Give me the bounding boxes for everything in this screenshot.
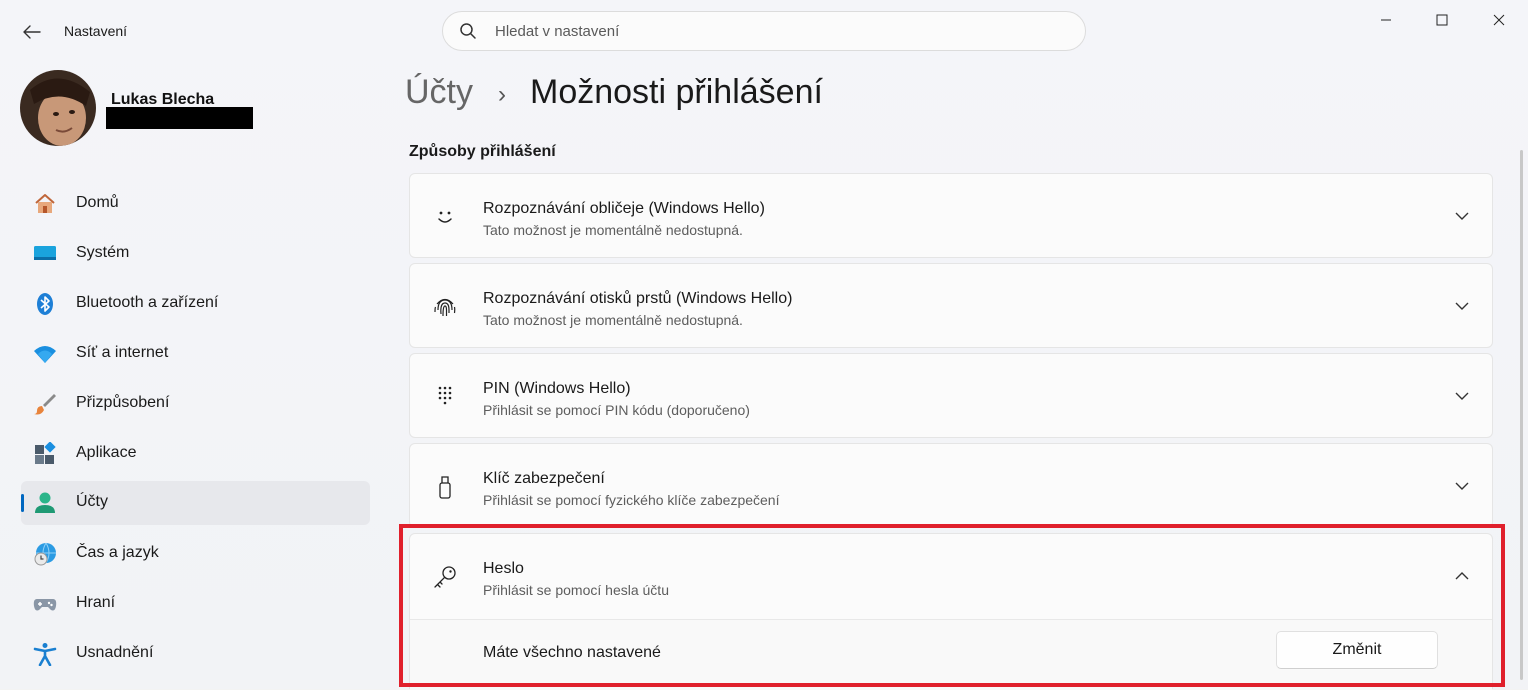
active-indicator bbox=[21, 494, 24, 512]
bluetooth-icon bbox=[37, 293, 53, 315]
sidebar-item-gaming[interactable]: Hraní bbox=[21, 582, 370, 626]
option-password: Heslo Přihlásit se pomocí hesla účtu Mát… bbox=[409, 533, 1493, 690]
system-icon bbox=[34, 246, 56, 260]
close-button[interactable] bbox=[1470, 0, 1527, 40]
wifi-icon bbox=[34, 346, 56, 363]
option-title: PIN (Windows Hello) bbox=[483, 380, 631, 397]
search-input[interactable] bbox=[493, 21, 1017, 41]
page-title: Možnosti přihlášení bbox=[530, 73, 823, 111]
sidebar-item-label: Přizpůsobení bbox=[76, 394, 170, 411]
sidebar-item-label: Síť a internet bbox=[76, 344, 169, 361]
gamepad-icon bbox=[33, 599, 57, 611]
sidebar-item-label: Bluetooth a zařízení bbox=[76, 294, 219, 311]
option-title: Klíč zabezpečení bbox=[483, 470, 605, 487]
option-subtitle: Přihlásit se pomocí hesla účtu bbox=[483, 582, 669, 598]
sidebar-item-label: Hraní bbox=[76, 594, 116, 611]
key-icon bbox=[434, 566, 456, 588]
option-title: Rozpoznávání obličeje (Windows Hello) bbox=[483, 200, 765, 217]
sidebar-item-label: Usnadnění bbox=[76, 644, 154, 661]
password-settings-row: Máte všechno nastavené Změnit bbox=[410, 620, 1492, 690]
app-title: Nastavení bbox=[64, 23, 128, 39]
chevron-down-icon bbox=[1455, 482, 1469, 490]
option-pin[interactable]: PIN (Windows Hello) Přihlásit se pomocí … bbox=[409, 353, 1493, 438]
option-fingerprint[interactable]: Rozpoznávání otisků prstů (Windows Hello… bbox=[409, 263, 1493, 348]
option-subtitle: Přihlásit se pomocí PIN kódu (doporučeno… bbox=[483, 402, 750, 418]
option-title: Heslo bbox=[483, 560, 524, 577]
breadcrumb-parent[interactable]: Účty bbox=[405, 73, 473, 112]
sidebar-item-accessibility[interactable]: Usnadnění bbox=[21, 632, 370, 676]
password-status: Máte všechno nastavené bbox=[483, 644, 661, 661]
sidebar-item-accounts[interactable]: Účty bbox=[21, 481, 370, 525]
redacted-email bbox=[106, 107, 253, 129]
maximize-icon bbox=[1436, 14, 1447, 26]
close-icon bbox=[1493, 14, 1504, 26]
change-password-button[interactable]: Změnit bbox=[1276, 631, 1438, 669]
sidebar-item-label: Účty bbox=[76, 493, 108, 510]
chevron-up-icon bbox=[1455, 572, 1469, 580]
option-subtitle: Tato možnost je momentálně nedostupná. bbox=[483, 222, 743, 238]
user-photo bbox=[20, 70, 96, 146]
chevron-down-icon bbox=[1455, 212, 1469, 220]
maximize-button[interactable] bbox=[1413, 0, 1470, 40]
sidebar-item-label: Aplikace bbox=[76, 444, 137, 461]
option-face-recognition[interactable]: Rozpoznávání obličeje (Windows Hello) Ta… bbox=[409, 173, 1493, 258]
sidebar-item-system[interactable]: Systém bbox=[21, 232, 370, 276]
sidebar-item-time-language[interactable]: Čas a jazyk bbox=[21, 532, 370, 576]
scrollbar[interactable] bbox=[1520, 150, 1523, 680]
option-subtitle: Přihlásit se pomocí fyzického klíče zabe… bbox=[483, 492, 780, 508]
sidebar-item-home[interactable]: Domů bbox=[21, 182, 370, 226]
back-button[interactable] bbox=[18, 20, 46, 44]
accounts-icon bbox=[35, 492, 55, 513]
sidebar-item-label: Domů bbox=[76, 194, 119, 211]
breadcrumb-separator-icon: › bbox=[498, 81, 506, 108]
accessibility-icon bbox=[33, 643, 57, 666]
clock-globe-icon bbox=[34, 542, 56, 566]
sidebar-item-bluetooth[interactable]: Bluetooth a zařízení bbox=[21, 282, 370, 326]
option-subtitle: Tato možnost je momentálně nedostupná. bbox=[483, 312, 743, 328]
sidebar-item-label: Systém bbox=[76, 244, 130, 261]
brush-icon bbox=[34, 394, 56, 415]
chevron-down-icon bbox=[1455, 302, 1469, 310]
sidebar-item-apps[interactable]: Aplikace bbox=[21, 432, 370, 476]
search-box[interactable] bbox=[442, 11, 1086, 51]
face-icon bbox=[438, 211, 452, 223]
apps-icon bbox=[35, 442, 56, 464]
search-icon bbox=[460, 23, 476, 39]
fingerprint-icon bbox=[434, 298, 456, 317]
avatar[interactable] bbox=[20, 70, 96, 146]
sidebar-item-network[interactable]: Síť a internet bbox=[21, 332, 370, 376]
option-password-header[interactable]: Heslo Přihlásit se pomocí hesla účtu bbox=[410, 534, 1492, 620]
minimize-button[interactable] bbox=[1357, 0, 1414, 40]
chevron-down-icon bbox=[1455, 392, 1469, 400]
minimize-icon bbox=[1380, 19, 1391, 21]
home-icon bbox=[35, 194, 55, 213]
sidebar-item-personalization[interactable]: Přizpůsobení bbox=[21, 382, 370, 426]
option-title: Rozpoznávání otisků prstů (Windows Hello… bbox=[483, 290, 793, 307]
section-title: Způsoby přihlášení bbox=[409, 143, 556, 160]
sidebar-item-label: Čas a jazyk bbox=[76, 544, 159, 561]
usb-key-icon bbox=[439, 476, 451, 499]
keypad-icon bbox=[438, 386, 452, 405]
settings-window: Nastavení Lukas Blecha Domů bbox=[0, 0, 1528, 690]
option-security-key[interactable]: Klíč zabezpečení Přihlásit se pomocí fyz… bbox=[409, 443, 1493, 528]
arrow-left-icon bbox=[23, 25, 41, 39]
